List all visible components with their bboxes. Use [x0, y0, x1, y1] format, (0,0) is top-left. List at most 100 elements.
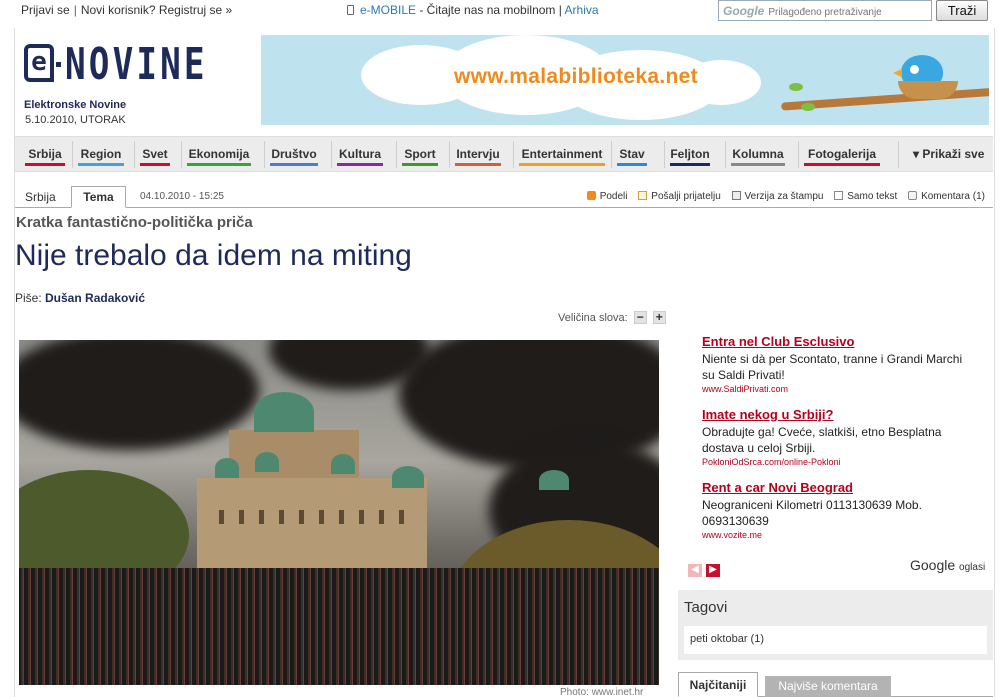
comments-label: Komentara (1): [921, 191, 985, 202]
nav-item-label: Region: [80, 147, 122, 161]
mobile-promo: e-MOBILE - Čitajte nas na mobilnom | Arh…: [347, 3, 599, 17]
main-dome: [254, 392, 314, 432]
nav-divider: [331, 141, 332, 168]
search-box[interactable]: Google: [718, 0, 932, 21]
nav-item-underline: [270, 163, 318, 166]
prev-arrow-icon[interactable]: ◀: [688, 564, 702, 577]
tag-link[interactable]: peti oktobar (1): [690, 633, 764, 645]
window: [299, 510, 304, 524]
nav-item-sport[interactable]: Sport: [402, 137, 438, 171]
photo-caption: Photo: www.inet.hr: [560, 687, 644, 697]
ad-title[interactable]: Entra nel Club Esclusivo: [702, 334, 972, 349]
main-navigation: ▾ Prikaži sve Srbija Region Svet Ekonomija D…: [15, 136, 993, 172]
window: [399, 510, 404, 524]
show-all-link[interactable]: ▾ Prikaži sve: [913, 147, 984, 161]
nav-item-svet[interactable]: Svet: [140, 137, 170, 171]
nav-divider: [898, 141, 899, 168]
comment-icon: [908, 191, 918, 200]
font-decrease-button[interactable]: −: [633, 311, 647, 324]
window: [359, 510, 364, 524]
font-increase-button[interactable]: +: [652, 311, 666, 324]
nav-item-label: Fotogalerija: [807, 147, 876, 161]
ad-url[interactable]: www.vozite.me: [702, 530, 972, 540]
google-ads-label[interactable]: Google oglasi: [910, 557, 985, 573]
article-author: Piše: Dušan Radaković: [15, 291, 145, 305]
nav-divider: [513, 141, 514, 168]
tab-most-read[interactable]: Najčitaniji: [678, 672, 758, 697]
author-label: Piše:: [15, 291, 46, 305]
small-dome: [215, 458, 239, 478]
nav-item-ekonomija[interactable]: Ekonomija: [187, 137, 251, 171]
ad-item: Entra nel Club Esclusivo Niente si dà per…: [702, 334, 972, 394]
nav-item-label: Feljton: [670, 147, 710, 161]
photo-crowd: [19, 568, 659, 685]
nav-item-srbija[interactable]: Srbija: [25, 137, 65, 171]
search-input[interactable]: [768, 7, 909, 18]
nav-divider: [134, 141, 135, 168]
print-label: Verzija za štampu: [744, 191, 824, 202]
text-only-link[interactable]: Samo tekst: [834, 191, 897, 202]
site-tagline: Elektronske Novine: [24, 99, 127, 111]
nav-item-label: Kultura: [339, 147, 381, 161]
nav-item-underline: [402, 163, 438, 166]
window: [239, 510, 244, 524]
search-button[interactable]: Traži: [936, 0, 988, 21]
nav-item-region[interactable]: Region: [78, 137, 124, 171]
nav-item-kultura[interactable]: Kultura: [337, 137, 383, 171]
ad-body: Niente si dà per Scontato, tranne i Gran…: [702, 352, 963, 382]
ad-url[interactable]: PokloniOdSrca.com/online-Pokloni: [702, 457, 972, 467]
separator: |: [73, 3, 77, 17]
phone-icon: [347, 5, 354, 15]
nav-item-underline: [337, 163, 383, 166]
emobile-link[interactable]: e-MOBILE: [360, 3, 416, 17]
nav-item-underline: [25, 163, 65, 166]
nav-item-underline: [187, 163, 251, 166]
nav-item-entertainment[interactable]: Entertainment: [519, 137, 605, 171]
nav-item-intervju[interactable]: Intervju: [455, 137, 501, 171]
nav-item-label: Srbija: [28, 147, 62, 161]
banner-ad[interactable]: www.malabiblioteka.net: [261, 35, 989, 125]
archive-link[interactable]: Arhiva: [565, 3, 599, 17]
tab-section[interactable]: Srbija: [25, 190, 56, 204]
nav-item-label: Intervju: [456, 147, 500, 161]
article-supertitle: Kratka fantastično-politička priča: [16, 214, 253, 231]
top-bar: Prijavi se | Novi korisnik? Registruj se »…: [0, 0, 1005, 22]
nav-item-feljton[interactable]: Feljton: [670, 137, 710, 171]
site-logo[interactable]: e NOVINE: [24, 43, 248, 90]
article-photo[interactable]: [19, 340, 659, 685]
window: [339, 510, 344, 524]
register-link[interactable]: Novi korisnik? Registruj se »: [81, 3, 232, 17]
google-wordmark: Google: [910, 557, 956, 573]
tag-list: peti oktobar (1): [684, 626, 987, 654]
tab-most-commented[interactable]: Najviše komentara: [765, 676, 891, 697]
nav-item-underline: [140, 163, 170, 166]
nav-item-stav[interactable]: Stav: [617, 137, 647, 171]
article-tools: Podeli Pošalji prijatelju Verzija za šta…: [579, 191, 985, 202]
share-link[interactable]: Podeli: [586, 191, 628, 202]
nav-item-label: Entertainment: [521, 147, 603, 161]
nav-item-kolumna[interactable]: Kolumna: [731, 137, 785, 171]
ad-item: Imate nekog u Srbiji? Obradujte ga! Cveće…: [702, 407, 972, 467]
send-to-friend-link[interactable]: Pošalji prijatelju: [638, 191, 721, 202]
nav-item-underline: [731, 163, 785, 166]
ad-title[interactable]: Rent a car Novi Beograd: [702, 480, 972, 495]
nav-item-fotogalerija[interactable]: Fotogalerija: [804, 137, 880, 171]
login-link[interactable]: Prijavi se: [21, 3, 70, 17]
article-title: Nije trebalo da idem na miting: [15, 239, 412, 272]
tags-box: Tagovi peti oktobar (1): [678, 590, 993, 660]
share-label: Podeli: [599, 191, 628, 202]
banner-leaf: [801, 103, 815, 111]
ad-title[interactable]: Imate nekog u Srbiji?: [702, 407, 972, 422]
ad-item: Rent a car Novi Beograd Neograniceni Kilo…: [702, 480, 972, 540]
comments-link[interactable]: Komentara (1): [908, 191, 985, 202]
tab-topic[interactable]: Tema: [71, 186, 126, 208]
print-link[interactable]: Verzija za štampu: [731, 191, 824, 202]
small-dome: [539, 470, 569, 490]
next-arrow-icon[interactable]: ▶: [706, 564, 720, 577]
tags-heading: Tagovi: [684, 599, 728, 616]
logo-e: e: [24, 44, 54, 82]
ad-url[interactable]: www.SaldiPrivati.com: [702, 384, 972, 394]
nav-item-label: Kolumna: [732, 147, 784, 161]
nav-item-društvo[interactable]: Društvo: [270, 137, 318, 171]
ads-pager: ◀ ▶: [688, 559, 724, 577]
